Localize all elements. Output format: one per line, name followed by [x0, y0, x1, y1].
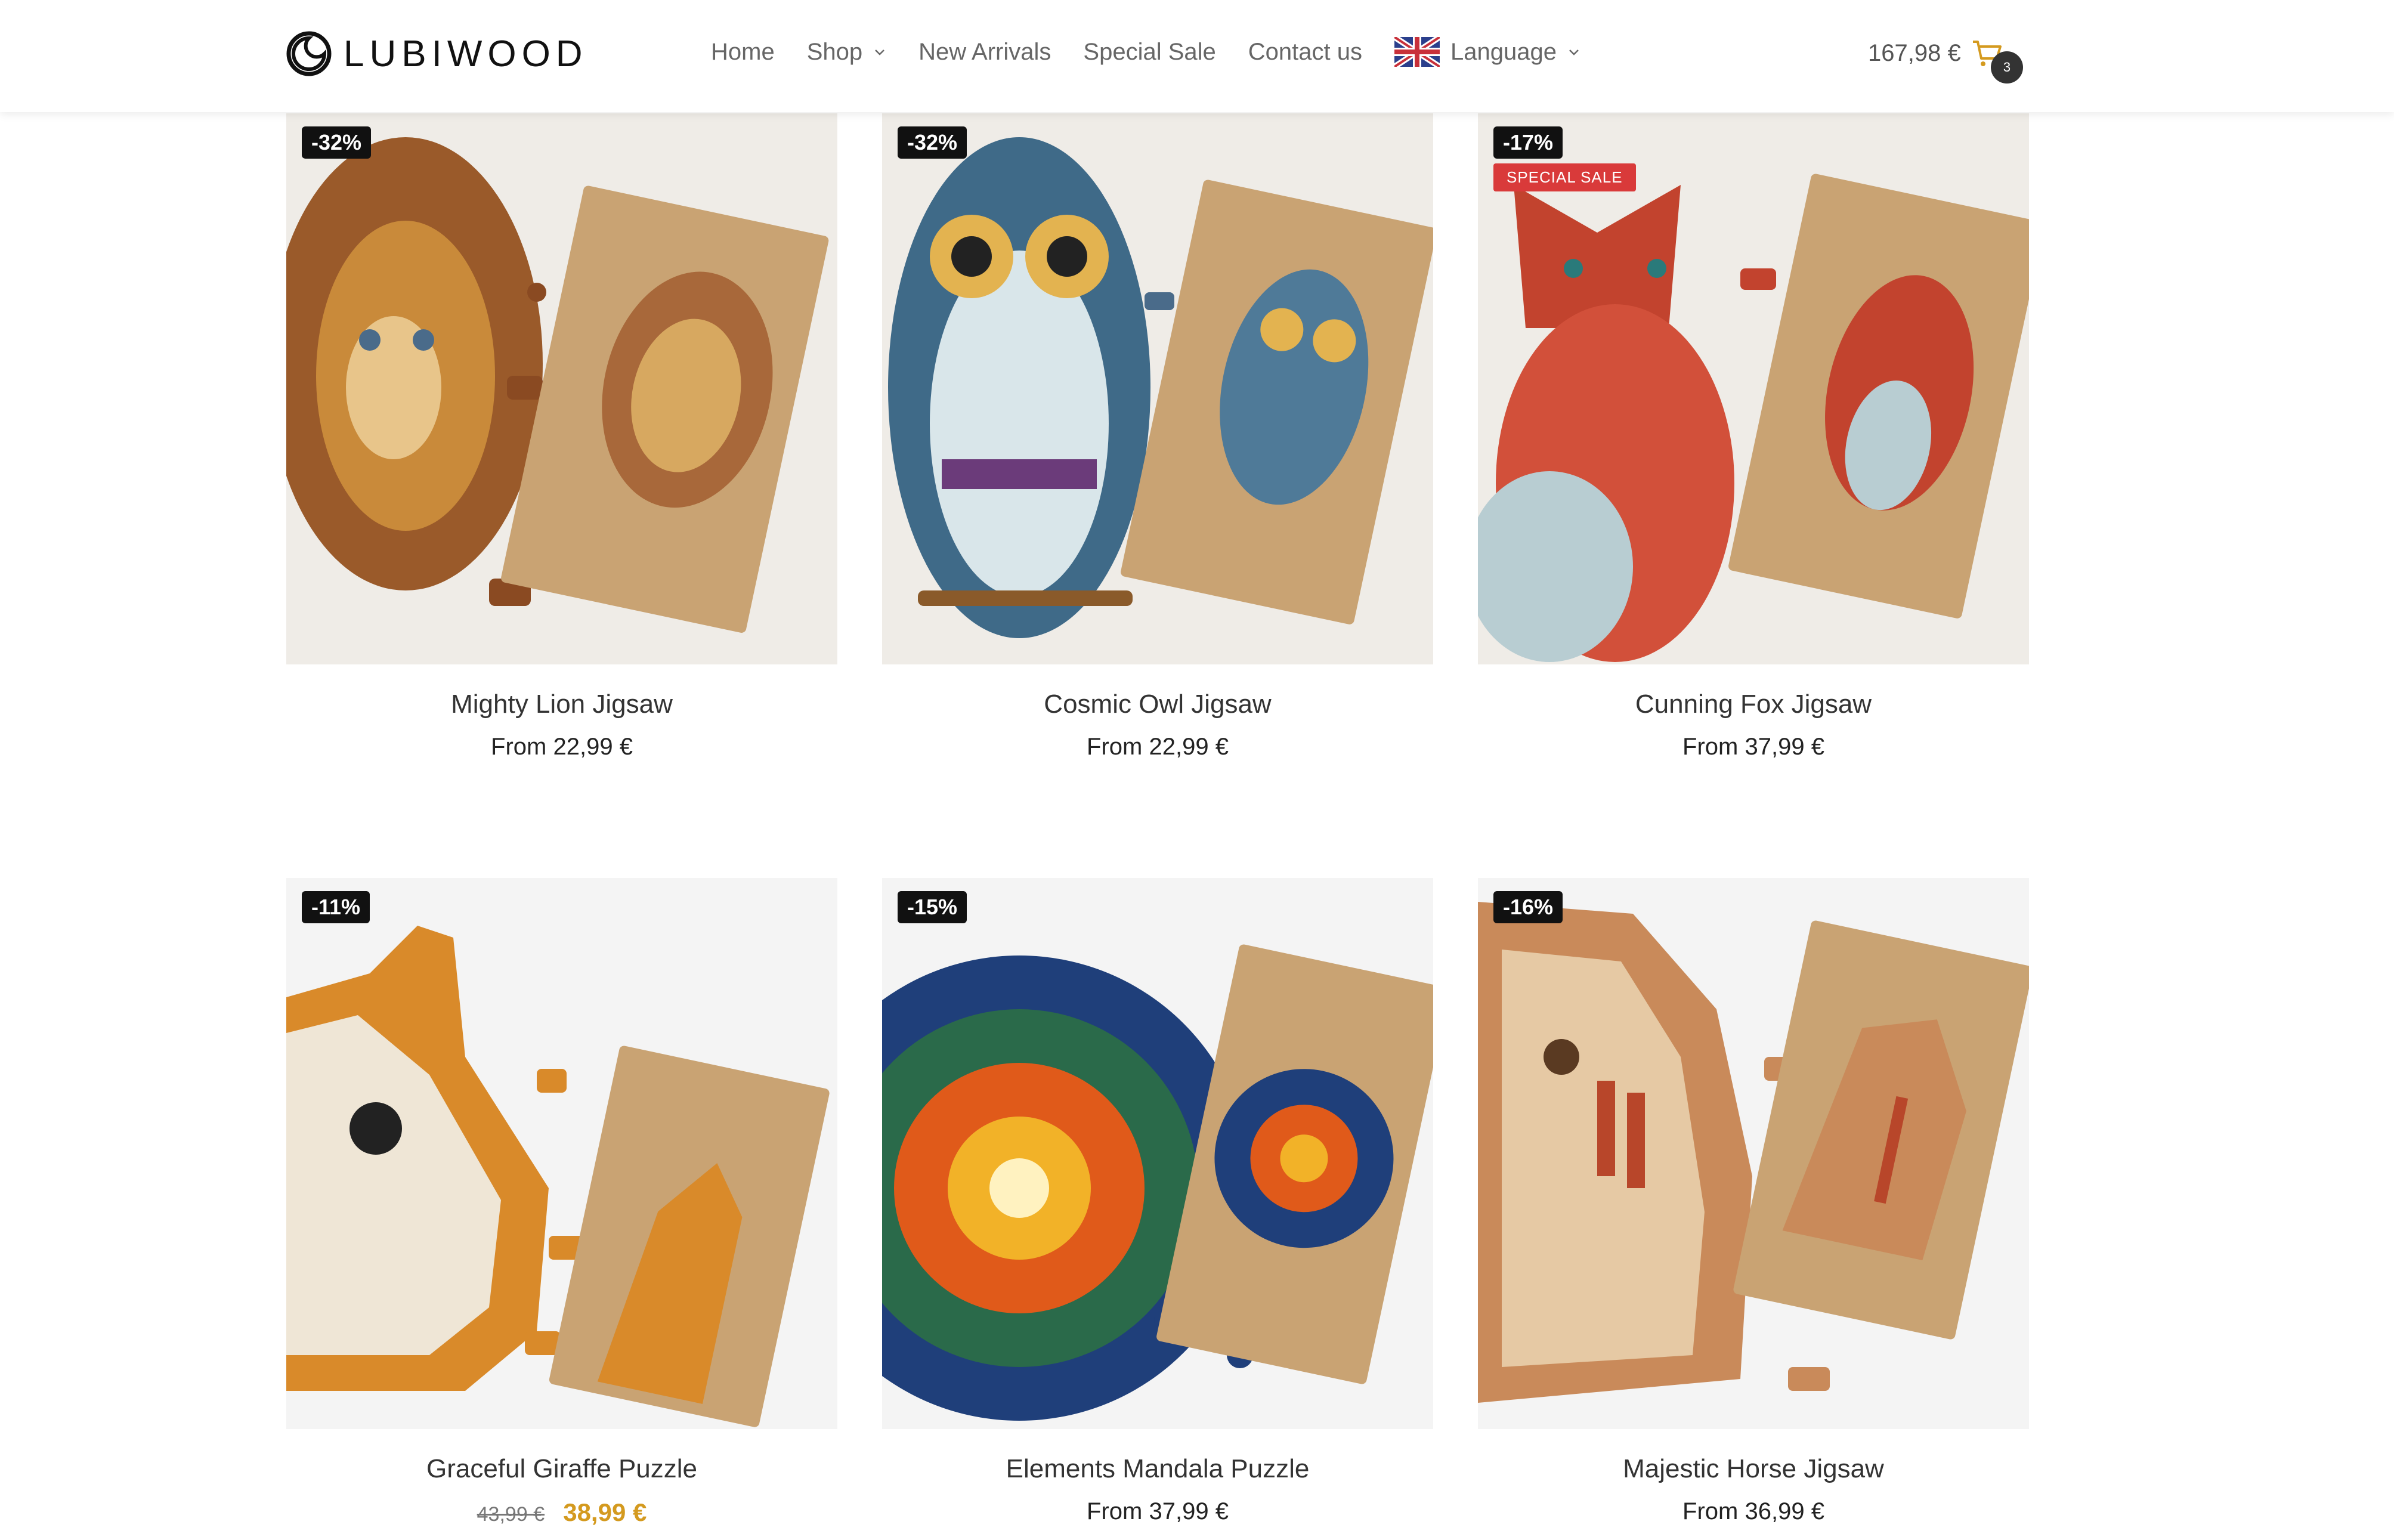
product-title[interactable]: Mighty Lion Jigsaw — [286, 689, 837, 719]
product-image[interactable]: -17% SPECIAL SALE — [1478, 113, 2029, 664]
product-price: From 22,99 € — [491, 734, 633, 760]
brand-name: LUBIWOOD — [344, 33, 588, 75]
main-nav: Home Shop New Arrivals Special Sale Cont… — [711, 37, 1580, 67]
product-card[interactable]: -15% Elements Mandala Puzzle From 37,99 … — [882, 878, 1433, 1525]
product-price: From 37,99 € — [1682, 734, 1824, 760]
product-price: From 37,99 € — [1087, 1498, 1229, 1524]
chevron-down-icon — [875, 50, 885, 55]
product-card[interactable]: -32% Mighty Lion Jigsaw From 22,99 € — [286, 113, 837, 760]
brand-logo[interactable]: LUBIWOOD — [285, 30, 588, 78]
product-card[interactable]: -11% Graceful Giraffe Puzzle 43,99 € 38,… — [286, 878, 837, 1527]
site-header: LUBIWOOD Home Shop New Arrivals Special … — [0, 0, 2394, 112]
cart-total: 167,98 € — [1868, 39, 1961, 66]
product-card[interactable]: -32% Cosmic Owl Jigsaw From 22,99 € — [882, 113, 1433, 760]
sale-price: 38,99 € — [563, 1498, 647, 1526]
horse-puzzle-image — [1478, 878, 2029, 1429]
original-price: 43,99 € — [477, 1503, 545, 1526]
cart-count-badge: 3 — [1991, 51, 2023, 84]
cart-link[interactable]: 167,98 € — [1868, 37, 2003, 69]
nav-contact[interactable]: Contact us — [1248, 39, 1362, 66]
product-title[interactable]: Graceful Giraffe Puzzle — [286, 1454, 837, 1484]
discount-badge: -15% — [898, 891, 967, 923]
product-price: From 22,99 € — [1087, 734, 1229, 760]
product-image[interactable]: -11% — [286, 878, 837, 1429]
nav-new-arrivals[interactable]: New Arrivals — [918, 39, 1051, 66]
nav-special-sale[interactable]: Special Sale — [1083, 39, 1215, 66]
uk-flag-icon — [1394, 37, 1440, 67]
product-image[interactable]: -32% — [286, 113, 837, 664]
lion-puzzle-image — [286, 113, 837, 664]
product-image[interactable]: -15% — [882, 878, 1433, 1429]
language-label: Language — [1450, 38, 1557, 65]
product-image[interactable]: -32% — [882, 113, 1433, 664]
fox-puzzle-image — [1478, 113, 2029, 664]
product-card[interactable]: -17% SPECIAL SALE Cunning Fox Jigsaw Fro… — [1478, 113, 2029, 760]
moon-logo-icon — [286, 31, 332, 76]
nav-shop-label: Shop — [806, 38, 863, 65]
product-image[interactable]: -16% — [1478, 878, 2029, 1429]
product-title[interactable]: Elements Mandala Puzzle — [882, 1454, 1433, 1484]
mandala-puzzle-image — [882, 878, 1433, 1429]
giraffe-puzzle-image — [286, 878, 837, 1429]
language-selector[interactable]: Language — [1394, 37, 1580, 67]
owl-puzzle-image — [882, 113, 1433, 664]
product-card[interactable]: -16% Majestic Horse Jigsaw From 36,99 € — [1478, 878, 2029, 1525]
product-title[interactable]: Majestic Horse Jigsaw — [1478, 1454, 2029, 1484]
special-sale-tag: SPECIAL SALE — [1493, 163, 1636, 191]
discount-badge: -11% — [302, 891, 370, 923]
product-title[interactable]: Cunning Fox Jigsaw — [1478, 689, 2029, 719]
chevron-down-icon — [1569, 50, 1579, 55]
discount-badge: -32% — [898, 126, 967, 159]
discount-badge: -16% — [1493, 891, 1563, 923]
discount-badge: -32% — [302, 126, 372, 159]
product-title[interactable]: Cosmic Owl Jigsaw — [882, 689, 1433, 719]
product-price: From 36,99 € — [1682, 1498, 1824, 1524]
product-price: 43,99 € 38,99 € — [286, 1498, 837, 1527]
discount-badge: -17% — [1493, 126, 1563, 159]
nav-home[interactable]: Home — [711, 39, 775, 66]
nav-shop[interactable]: Shop — [807, 39, 886, 66]
